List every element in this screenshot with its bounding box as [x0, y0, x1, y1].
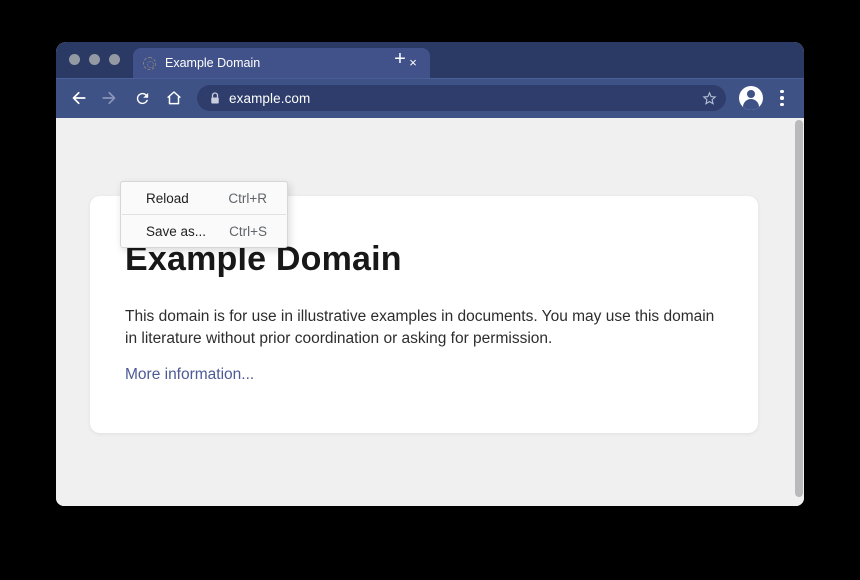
menu-item-shortcut: Ctrl+S: [229, 224, 267, 239]
browser-menu-button[interactable]: [773, 86, 791, 110]
page-body-text: This domain is for use in illustrative e…: [125, 306, 717, 351]
forward-arrow-icon: [101, 89, 119, 107]
tab-strip: Example Domain × +: [56, 42, 804, 78]
new-tab-button[interactable]: +: [386, 46, 414, 74]
profile-avatar[interactable]: [739, 86, 763, 110]
url-text: example.com: [229, 91, 310, 106]
browser-toolbar: example.com: [56, 78, 804, 118]
tab-favicon-icon: [143, 57, 156, 70]
reload-button[interactable]: [130, 86, 154, 110]
home-icon: [165, 89, 183, 107]
traffic-lights: [69, 54, 120, 65]
browser-window: Example Domain × +: [56, 42, 804, 506]
close-window-button[interactable]: [69, 54, 80, 65]
context-menu-item-reload[interactable]: Reload Ctrl+R: [121, 182, 287, 214]
page-viewport: Example Domain This domain is for use in…: [56, 118, 804, 506]
menu-item-label: Save as...: [146, 224, 206, 239]
back-arrow-icon: [69, 89, 87, 107]
star-icon: [701, 90, 718, 107]
menu-item-label: Reload: [146, 191, 189, 206]
minimize-window-button[interactable]: [89, 54, 100, 65]
context-menu: Reload Ctrl+R Save as... Ctrl+S: [120, 181, 288, 248]
forward-button[interactable]: [98, 86, 122, 110]
address-bar[interactable]: example.com: [197, 85, 726, 111]
context-menu-item-save-as[interactable]: Save as... Ctrl+S: [121, 215, 287, 247]
kebab-menu-icon: [780, 90, 784, 94]
avatar-person-icon: [747, 90, 755, 98]
maximize-window-button[interactable]: [109, 54, 120, 65]
reload-icon: [134, 90, 151, 107]
menu-item-shortcut: Ctrl+R: [228, 191, 267, 206]
bookmark-star-button[interactable]: [699, 88, 719, 108]
back-button[interactable]: [66, 86, 90, 110]
more-information-link[interactable]: More information...: [125, 366, 254, 384]
lock-icon: [209, 92, 221, 105]
tab-title: Example Domain: [165, 56, 404, 70]
vertical-scrollbar[interactable]: [795, 120, 803, 497]
home-button[interactable]: [162, 86, 186, 110]
desktop-background: Example Domain × +: [0, 0, 860, 580]
